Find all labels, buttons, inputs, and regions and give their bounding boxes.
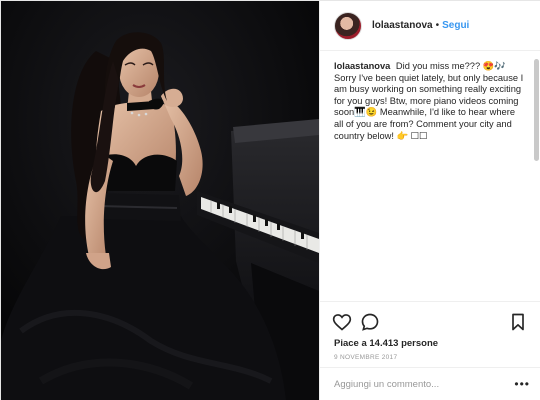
comment-bar: •••: [320, 367, 540, 400]
heart-icon[interactable]: [332, 312, 354, 334]
post-date: 9 NOVEMBRE 2017: [334, 354, 398, 361]
likes-count[interactable]: Piace a 14.413 persone: [334, 338, 438, 349]
photo-illustration: [1, 1, 319, 400]
caption-text: Did you miss me??? 😍🎶 Sorry I've been qu…: [334, 61, 524, 141]
separator-dot: •: [435, 20, 440, 31]
caption-area: lolaastanova Did you miss me??? 😍🎶 Sorry…: [320, 51, 534, 299]
comment-bubble-icon[interactable]: [360, 312, 382, 334]
caption-scrollbar[interactable]: [534, 59, 539, 161]
bookmark-icon[interactable]: [508, 312, 530, 334]
post-header: lolaastanova • Segui: [320, 1, 540, 51]
post-card: lolaastanova • Segui lolaastanova Did yo…: [0, 0, 540, 400]
post-caption: lolaastanova Did you miss me??? 😍🎶 Sorry…: [334, 61, 526, 142]
post-details-panel: lolaastanova • Segui lolaastanova Did yo…: [319, 1, 540, 400]
follow-button[interactable]: Segui: [442, 20, 469, 31]
comment-input[interactable]: [334, 379, 504, 390]
avatar[interactable]: [334, 11, 362, 40]
more-options-icon[interactable]: •••: [514, 378, 530, 390]
action-icon-row: [332, 312, 532, 334]
header-username[interactable]: lolaastanova: [372, 20, 433, 31]
caption-username[interactable]: lolaastanova: [334, 61, 390, 71]
post-photo[interactable]: [1, 1, 319, 400]
